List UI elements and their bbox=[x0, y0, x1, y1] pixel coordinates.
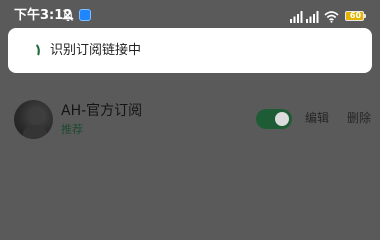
toast-message: 识别订阅链接中 bbox=[50, 43, 142, 58]
app-notification-icon bbox=[79, 9, 91, 21]
wifi-icon bbox=[324, 10, 339, 23]
recommended-tag: 推荐 bbox=[61, 123, 83, 136]
battery-icon: 60 bbox=[345, 11, 366, 21]
loading-spinner-icon bbox=[36, 44, 40, 56]
signal-icon bbox=[290, 10, 303, 23]
status-indicators: 60 bbox=[287, 8, 366, 24]
status-bar: 下午3:12 60 bbox=[0, 0, 380, 30]
battery-level: 60 bbox=[349, 11, 362, 20]
subscription-title: AH-官方订阅 bbox=[61, 103, 143, 119]
subscription-toggle[interactable] bbox=[256, 109, 292, 129]
toggle-knob bbox=[275, 112, 289, 126]
signal-icon bbox=[306, 10, 319, 23]
avatar bbox=[14, 100, 53, 139]
bell-muted-icon bbox=[62, 9, 74, 22]
recognizing-link-toast: 识别订阅链接中 bbox=[8, 28, 372, 73]
subscription-row[interactable]: AH-官方订阅 推荐 编辑 删除 bbox=[0, 97, 380, 143]
delete-button[interactable]: 删除 bbox=[347, 110, 371, 126]
edit-button[interactable]: 编辑 bbox=[305, 110, 329, 126]
